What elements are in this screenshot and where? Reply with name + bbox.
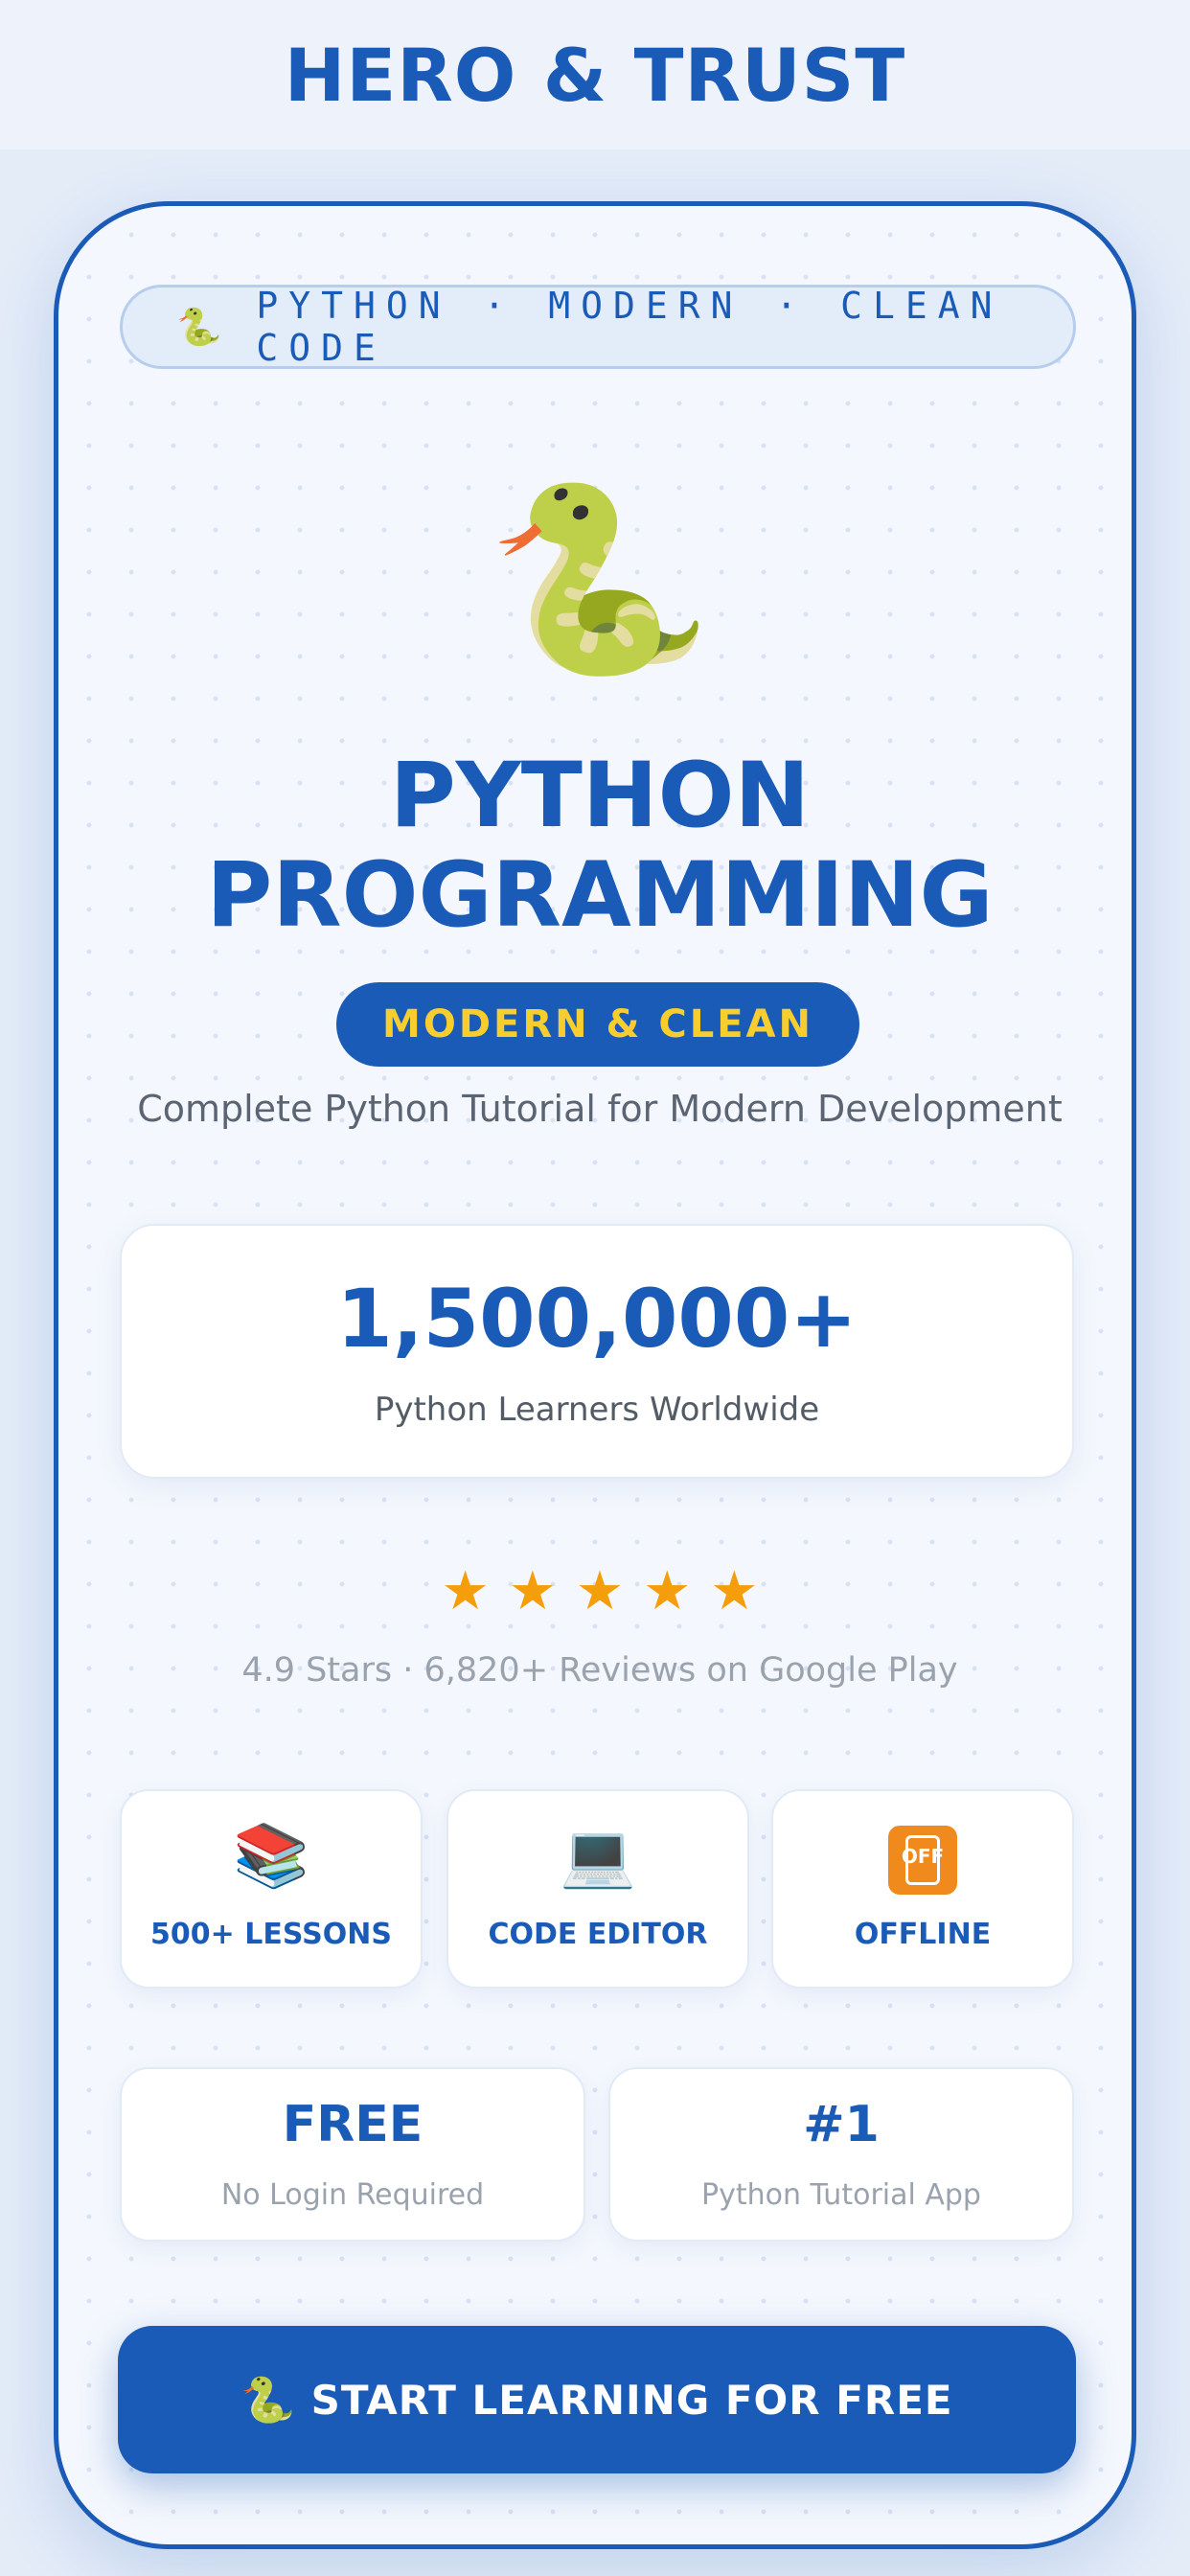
rating-text: 4.9 Stars · 6,820+ Reviews on Google Pla… [241, 1651, 958, 1690]
hero-title-line1: PYTHON [389, 744, 811, 848]
feature-card-lessons: 📚 500+ LESSONS [120, 1789, 423, 1989]
books-icon: 📚 [233, 1821, 309, 1892]
laptop-icon: 💻 [560, 1821, 636, 1892]
header-band: HERO & TRUST [0, 0, 1190, 150]
mobile-off-icon: OFF [773, 1826, 1072, 1905]
badge-label: MODERN & CLEAN [382, 1002, 813, 1046]
tagline-text: PYTHON · MODERN · CLEAN CODE [256, 285, 1003, 369]
hero-title: PYTHON PROGRAMMING [58, 744, 1132, 948]
learners-stat-card: 1,500,000+ Python Learners Worldwide [120, 1224, 1074, 1479]
snake-icon: 🐍 [176, 305, 222, 348]
info-value: #1 [803, 2096, 880, 2153]
phone-frame: 🐍 PYTHON · MODERN · CLEAN CODE 🐍 PYTHON … [54, 201, 1136, 2549]
learners-label: Python Learners Worldwide [374, 1391, 820, 1429]
modern-clean-badge: MODERN & CLEAN [336, 982, 859, 1067]
feature-label: OFFLINE [854, 1918, 992, 1951]
info-label: Python Tutorial App [701, 2178, 981, 2212]
feature-card-code-editor: 💻 CODE EDITOR [446, 1789, 749, 1989]
star-icon: ★ [710, 1560, 759, 1622]
start-learning-button[interactable]: 🐍 START LEARNING FOR FREE [118, 2326, 1076, 2473]
hero-title-line2: PROGRAMMING [206, 843, 994, 948]
rating-stars: ★ ★ ★ ★ ★ [58, 1560, 1132, 1622]
feature-card-offline: OFF OFFLINE [771, 1789, 1074, 1989]
star-icon: ★ [441, 1560, 490, 1622]
info-label: No Login Required [220, 2178, 485, 2212]
info-value: FREE [282, 2096, 423, 2153]
snake-icon: 🐍 [486, 473, 714, 685]
feature-label: 500+ LESSONS [150, 1918, 392, 1951]
page-title: HERO & TRUST [284, 32, 906, 118]
info-card-free: FREE No Login Required [120, 2067, 585, 2242]
off-icon-text: OFF [901, 1845, 945, 1868]
star-icon: ★ [643, 1560, 692, 1622]
feature-label: CODE EDITOR [488, 1918, 708, 1951]
learners-count: 1,500,000+ [336, 1272, 858, 1366]
snake-icon: 🐍 [240, 2373, 296, 2426]
star-icon: ★ [575, 1560, 625, 1622]
tagline-pill: 🐍 PYTHON · MODERN · CLEAN CODE [120, 285, 1076, 369]
cta-label: START LEARNING FOR FREE [310, 2376, 953, 2424]
star-icon: ★ [508, 1560, 557, 1622]
info-card-rank: #1 Python Tutorial App [608, 2067, 1074, 2242]
hero-subtitle: Complete Python Tutorial for Modern Deve… [137, 1088, 1063, 1130]
